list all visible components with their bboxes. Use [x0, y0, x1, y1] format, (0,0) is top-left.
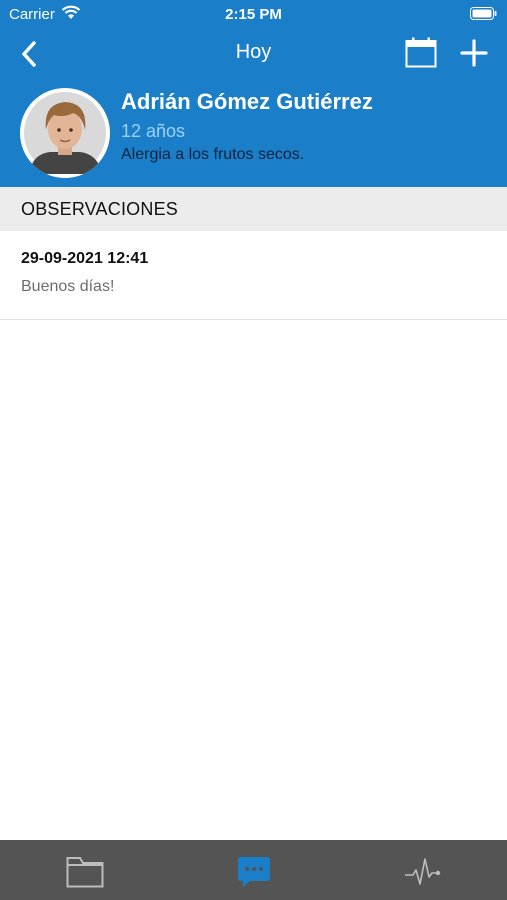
tab-folder[interactable]: [0, 840, 169, 900]
status-time: 2:15 PM: [225, 6, 282, 23]
tab-bar: [0, 840, 507, 900]
observation-date: 29-09-2021 12:41: [21, 250, 149, 267]
tab-observations[interactable]: [169, 840, 338, 900]
heartbeat-icon: [405, 858, 441, 885]
section-title: OBSERVACIONES: [21, 199, 178, 219]
battery-icon: [470, 7, 497, 20]
patient-name: Adrián Gómez Gutiérrez: [121, 89, 373, 114]
calendar-icon[interactable]: [405, 37, 437, 68]
patient-allergy-note: Alergia a los frutos secos.: [121, 146, 305, 163]
observation-text: Buenos días!: [21, 278, 115, 295]
patient-avatar: [20, 88, 110, 178]
chat-bubble-icon: [238, 857, 270, 887]
profile-header: Carrier 2:15 PM Hoy Adrián Gómez Gutiérr…: [0, 0, 507, 187]
patient-age: 12 años: [121, 121, 186, 141]
observations-section-header: OBSERVACIONES: [0, 187, 507, 231]
observation-list-item[interactable]: 29-09-2021 12:41 Buenos días!: [0, 231, 507, 320]
tab-vitals[interactable]: [338, 840, 507, 900]
folder-icon: [66, 857, 104, 888]
status-bar: Carrier 2:15 PM: [0, 0, 507, 28]
add-icon[interactable]: [460, 39, 488, 67]
